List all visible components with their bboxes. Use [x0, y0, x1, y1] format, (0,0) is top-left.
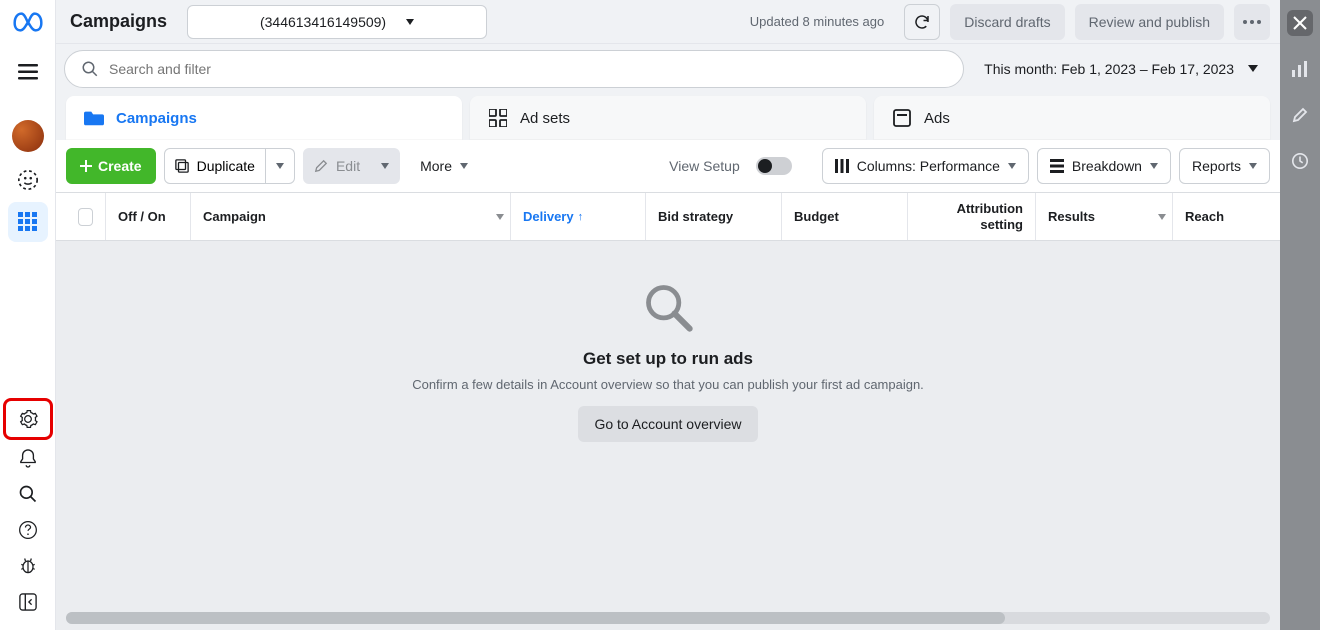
edit-panel-icon[interactable]: [1287, 102, 1313, 128]
ad-icon: [892, 108, 912, 128]
right-panel-rail: [1280, 0, 1320, 630]
edit-label: Edit: [336, 158, 360, 174]
caret-down-icon: [1008, 163, 1016, 169]
notifications-icon[interactable]: [8, 440, 48, 476]
select-all-checkbox[interactable]: [78, 208, 93, 226]
refresh-button[interactable]: [904, 4, 940, 40]
caret-down-icon: [1249, 163, 1257, 169]
reports-button[interactable]: Reports: [1179, 148, 1270, 184]
empty-state: Get set up to run ads Confirm a few deta…: [56, 241, 1280, 630]
grid-icon: [488, 108, 508, 128]
last-updated-text: Updated 8 minutes ago: [750, 14, 884, 29]
column-onoff[interactable]: Off / On: [106, 193, 191, 240]
overview-icon[interactable]: [8, 160, 48, 200]
duplicate-dropdown[interactable]: [266, 148, 295, 184]
column-delivery[interactable]: Delivery↑: [511, 193, 646, 240]
duplicate-label: Duplicate: [197, 158, 255, 174]
empty-title: Get set up to run ads: [583, 349, 753, 369]
go-to-overview-button[interactable]: Go to Account overview: [578, 406, 757, 442]
caret-down-icon: [1150, 163, 1158, 169]
account-selector[interactable]: (344613416149509): [187, 5, 487, 39]
breakdown-label: Breakdown: [1072, 158, 1142, 174]
select-all-cell: [66, 193, 106, 240]
edit-dropdown[interactable]: [371, 148, 400, 184]
column-budget[interactable]: Budget: [782, 193, 908, 240]
user-avatar[interactable]: [12, 120, 44, 152]
column-attribution[interactable]: Attribution setting: [908, 193, 1036, 240]
search-icon: [81, 60, 99, 78]
main-content: Campaigns (344613416149509) Updated 8 mi…: [56, 0, 1280, 630]
caret-down-icon: [460, 163, 468, 169]
filter-bar: This month: Feb 1, 2023 – Feb 17, 2023: [56, 44, 1280, 93]
columns-icon: [835, 159, 849, 173]
settings-icon[interactable]: [3, 398, 53, 440]
more-label: More: [420, 158, 452, 174]
table-header-row: Off / On Campaign Delivery↑ Bid strategy…: [56, 192, 1280, 241]
column-campaign[interactable]: Campaign: [191, 193, 511, 240]
campaigns-nav-icon[interactable]: [8, 202, 48, 242]
breakdown-button[interactable]: Breakdown: [1037, 148, 1171, 184]
sort-caret-icon: [496, 214, 504, 220]
edit-button[interactable]: Edit: [303, 148, 371, 184]
column-bid-strategy[interactable]: Bid strategy: [646, 193, 782, 240]
search-empty-icon: [642, 281, 694, 333]
bug-icon[interactable]: [8, 548, 48, 584]
more-button[interactable]: More: [408, 148, 480, 184]
columns-label: Columns: Performance: [857, 158, 1000, 174]
horizontal-scrollbar[interactable]: [66, 612, 1270, 624]
duplicate-icon: [175, 159, 189, 173]
sort-ascending-icon: ↑: [578, 211, 584, 223]
create-label: Create: [98, 158, 142, 174]
help-icon[interactable]: [8, 512, 48, 548]
primary-header: Campaigns (344613416149509) Updated 8 mi…: [56, 0, 1280, 44]
sort-caret-icon: [1158, 214, 1166, 220]
reports-label: Reports: [1192, 158, 1241, 174]
meta-logo[interactable]: [13, 12, 43, 32]
charts-icon[interactable]: [1287, 56, 1313, 82]
search-nav-icon[interactable]: [8, 476, 48, 512]
caret-down-icon: [406, 19, 414, 25]
review-publish-button[interactable]: Review and publish: [1075, 4, 1224, 40]
caret-down-icon: [381, 163, 389, 169]
view-setup-toggle[interactable]: [756, 157, 792, 175]
create-button[interactable]: Create: [66, 148, 156, 184]
duplicate-button[interactable]: Duplicate: [164, 148, 266, 184]
column-results[interactable]: Results: [1036, 193, 1173, 240]
date-range-label: This month: Feb 1, 2023 – Feb 17, 2023: [984, 61, 1234, 77]
tab-label: Ads: [924, 110, 950, 127]
search-filter-input[interactable]: [64, 50, 964, 88]
account-id-label: (344613416149509): [260, 14, 386, 30]
discard-drafts-button[interactable]: Discard drafts: [950, 4, 1064, 40]
tab-ad-sets[interactable]: Ad sets: [470, 96, 866, 140]
view-setup-label: View Setup: [669, 158, 740, 174]
more-menu-button[interactable]: [1234, 4, 1270, 40]
menu-icon[interactable]: [8, 52, 48, 92]
collapse-icon[interactable]: [8, 584, 48, 620]
tab-label: Campaigns: [116, 110, 197, 127]
level-tabs: Campaigns Ad sets Ads: [56, 93, 1280, 140]
duplicate-button-group: Duplicate: [164, 148, 295, 184]
edit-button-group: Edit: [303, 148, 400, 184]
caret-down-icon: [1248, 65, 1258, 72]
tab-ads[interactable]: Ads: [874, 96, 1270, 140]
date-range-selector[interactable]: This month: Feb 1, 2023 – Feb 17, 2023: [972, 50, 1270, 88]
plus-icon: [80, 160, 92, 172]
left-nav-rail: [0, 0, 56, 630]
caret-down-icon: [276, 163, 284, 169]
column-reach[interactable]: Reach: [1173, 193, 1280, 240]
history-icon[interactable]: [1287, 148, 1313, 174]
action-toolbar: Create Duplicate Edit More View Setup Co…: [56, 140, 1280, 192]
search-input-field[interactable]: [109, 61, 947, 77]
breakdown-icon: [1050, 159, 1064, 173]
columns-button[interactable]: Columns: Performance: [822, 148, 1029, 184]
empty-subtitle: Confirm a few details in Account overvie…: [412, 377, 924, 392]
pencil-icon: [314, 159, 328, 173]
folder-icon: [84, 108, 104, 128]
tab-campaigns[interactable]: Campaigns: [66, 96, 462, 140]
close-panel-button[interactable]: [1287, 10, 1313, 36]
scrollbar-thumb[interactable]: [66, 612, 1005, 624]
page-title: Campaigns: [70, 11, 167, 32]
tab-label: Ad sets: [520, 110, 570, 127]
